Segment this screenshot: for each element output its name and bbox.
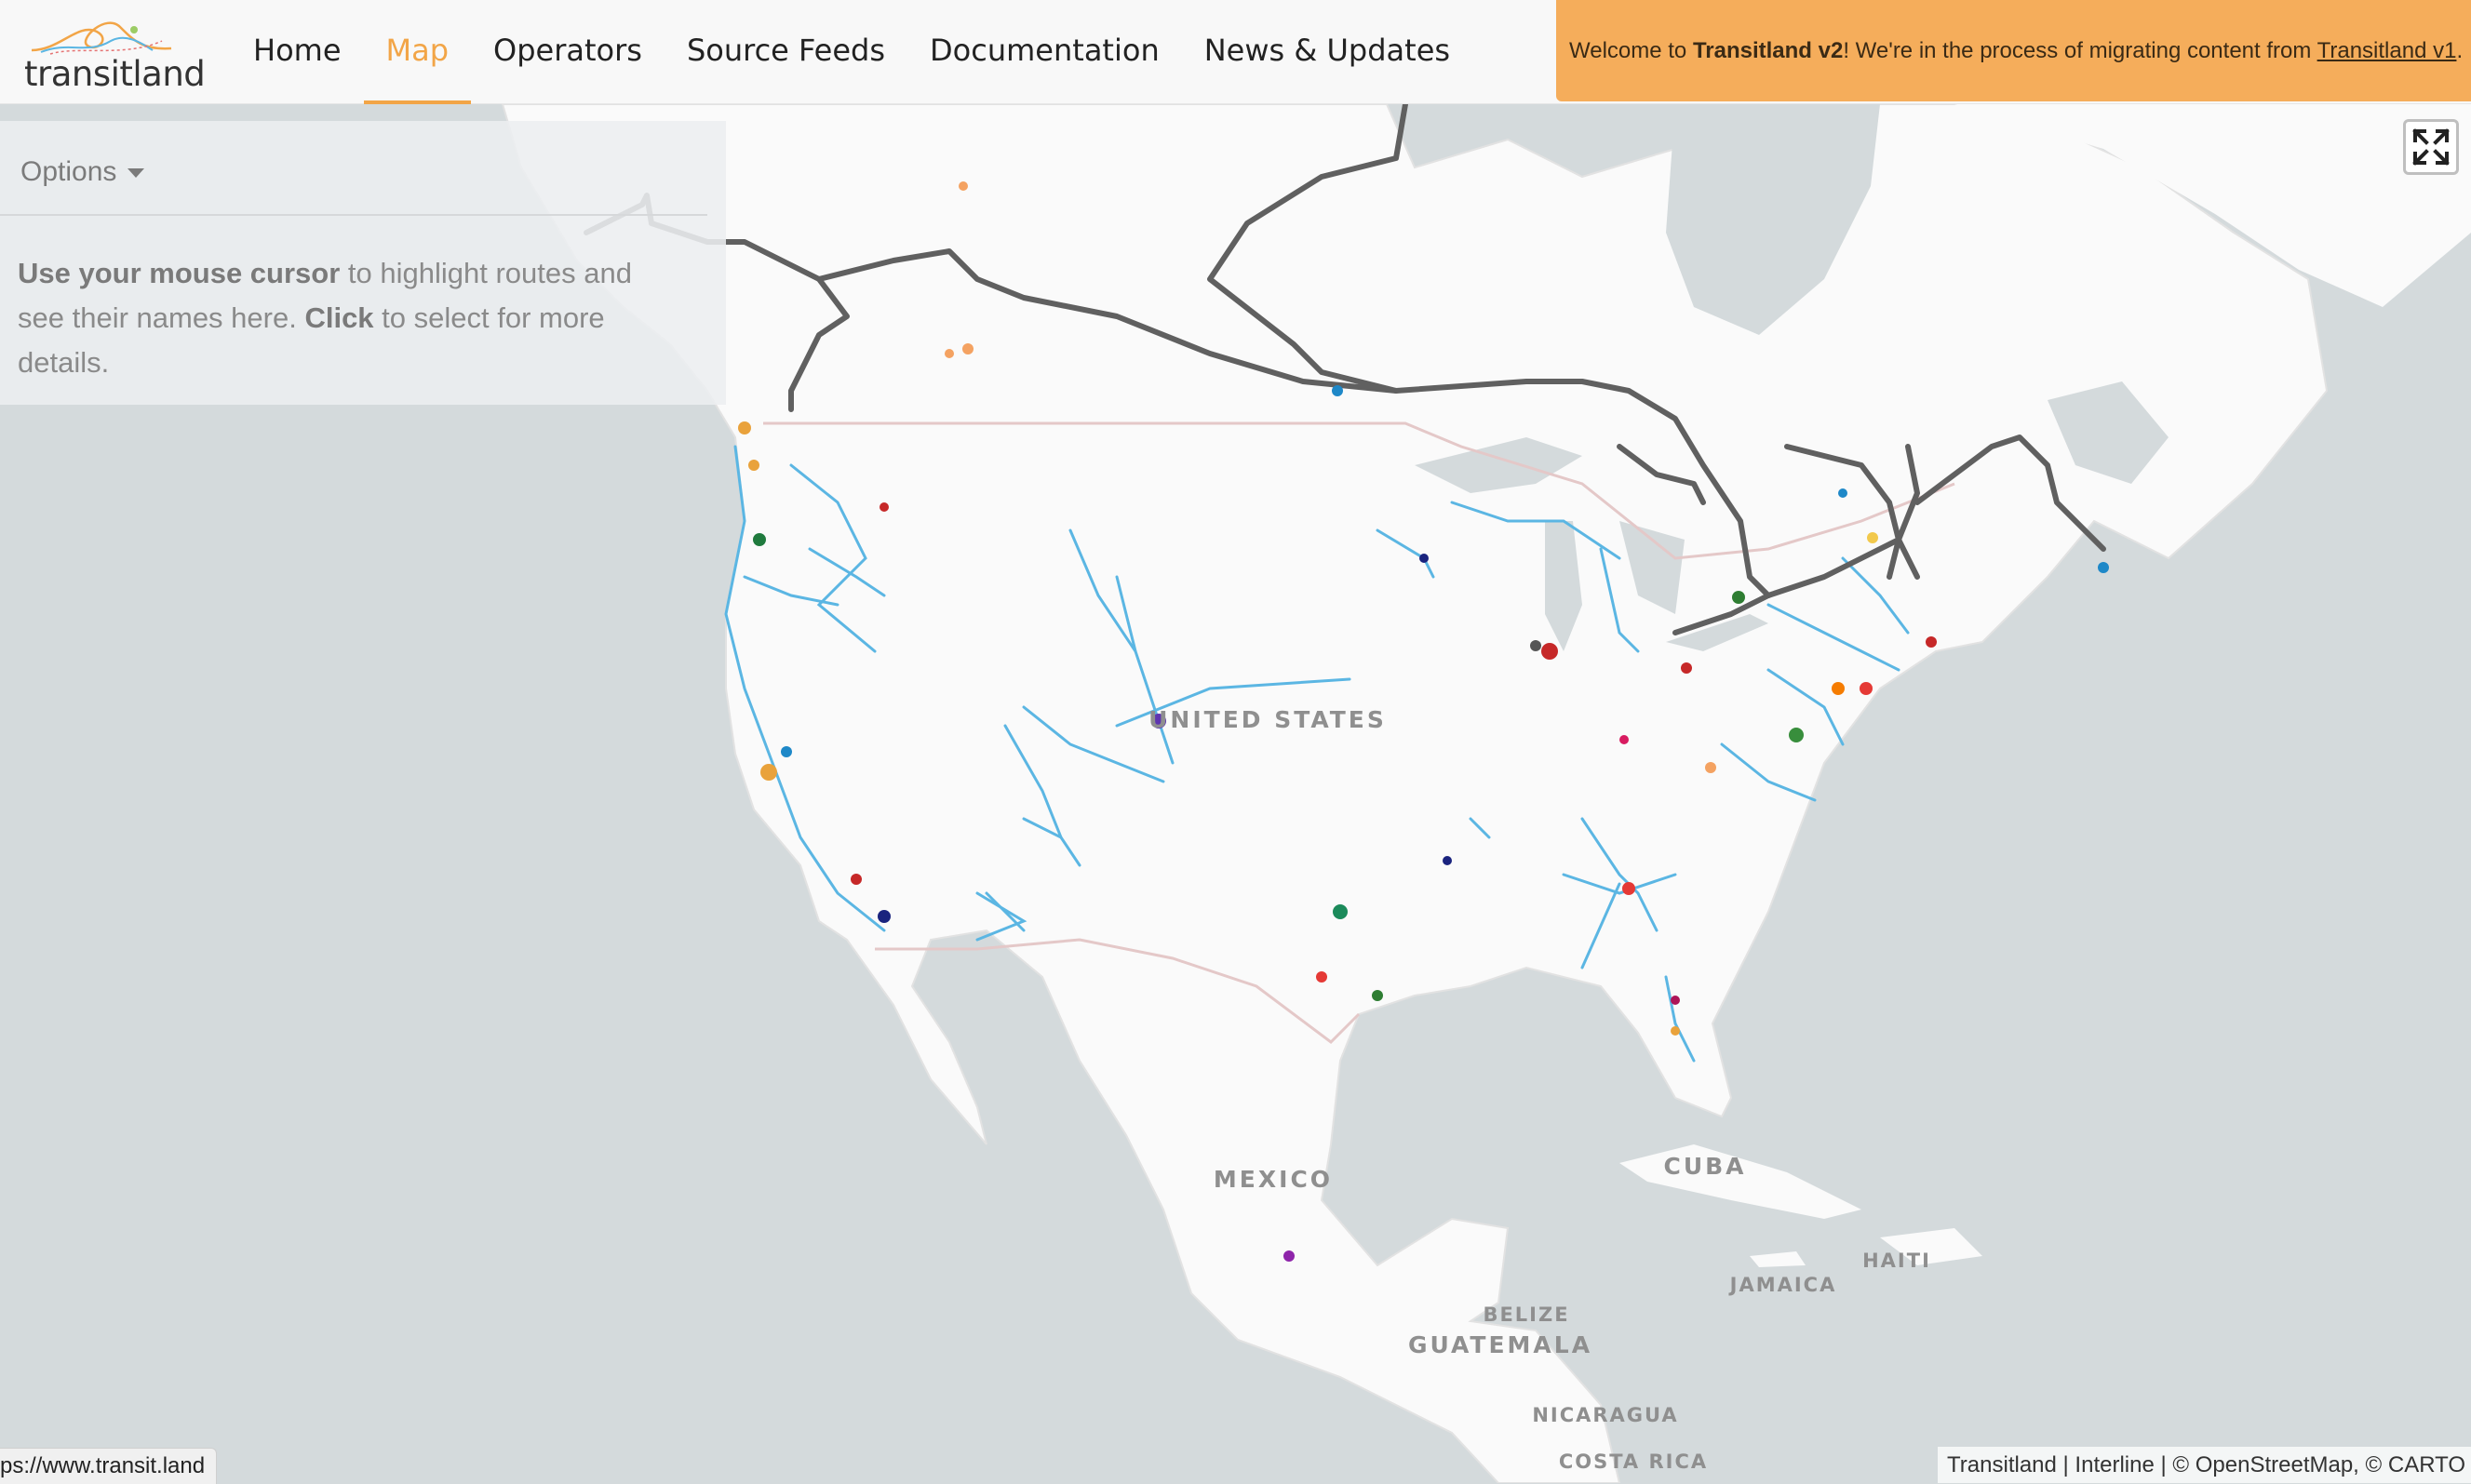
nav-home[interactable]: Home <box>231 0 364 104</box>
nav-source-feeds[interactable]: Source Feeds <box>665 0 907 104</box>
banner-suffix: . <box>2456 38 2464 63</box>
banner-product: Transitland v2 <box>1692 38 1844 63</box>
label-cuba: CUBA <box>1663 1153 1746 1180</box>
fullscreen-button[interactable] <box>2403 119 2459 175</box>
label-nicaragua: NICARAGUA <box>1532 1404 1678 1426</box>
route-hint-text: Use your mouse cursor to highlight route… <box>18 251 669 385</box>
banner-v1-link[interactable]: Transitland v1 <box>2317 38 2457 63</box>
options-divider <box>0 214 707 216</box>
options-label: Options <box>20 156 117 187</box>
nav-documentation[interactable]: Documentation <box>907 0 1182 104</box>
options-panel: Options Use your mouse cursor to highlig… <box>0 121 726 405</box>
nav-operators[interactable]: Operators <box>471 0 665 104</box>
label-belize: BELIZE <box>1483 1304 1569 1326</box>
caret-down-icon <box>128 168 145 179</box>
label-united-states: UNITED STATES <box>1148 706 1387 733</box>
label-haiti: HAITI <box>1862 1250 1931 1272</box>
transitland-logo[interactable]: transitland <box>22 13 206 94</box>
logo-text: transitland <box>24 54 206 94</box>
map-attribution[interactable]: Transitland | Interline | © OpenStreetMa… <box>1938 1447 2471 1483</box>
hint-bold-click: Click <box>304 301 374 334</box>
banner-prefix: Welcome to <box>1569 38 1693 63</box>
nav-map[interactable]: Map <box>363 0 472 104</box>
hint-bold-mouse: Use your mouse cursor <box>18 257 341 289</box>
options-dropdown-toggle[interactable]: Options <box>20 156 145 188</box>
label-jamaica: JAMAICA <box>1728 1274 1837 1296</box>
top-navigation-bar: transitland Home Map Operators Source Fe… <box>0 0 2471 104</box>
browser-status-url: ps://www.transit.land <box>0 1448 218 1484</box>
logo-loops-icon <box>31 21 172 55</box>
nav-news-updates[interactable]: News & Updates <box>1182 0 1472 104</box>
label-mexico: MEXICO <box>1214 1166 1333 1193</box>
nav-links: Home Map Operators Source Feeds Document… <box>231 0 1472 104</box>
banner-middle: ! We're in the process of migrating cont… <box>1843 38 2317 63</box>
expand-arrows-icon <box>2412 128 2450 166</box>
migration-banner: Welcome to Transitland v2! We're in the … <box>1556 0 2471 101</box>
label-costa-rica: COSTA RICA <box>1559 1451 1708 1473</box>
label-guatemala: GUATEMALA <box>1408 1331 1592 1358</box>
